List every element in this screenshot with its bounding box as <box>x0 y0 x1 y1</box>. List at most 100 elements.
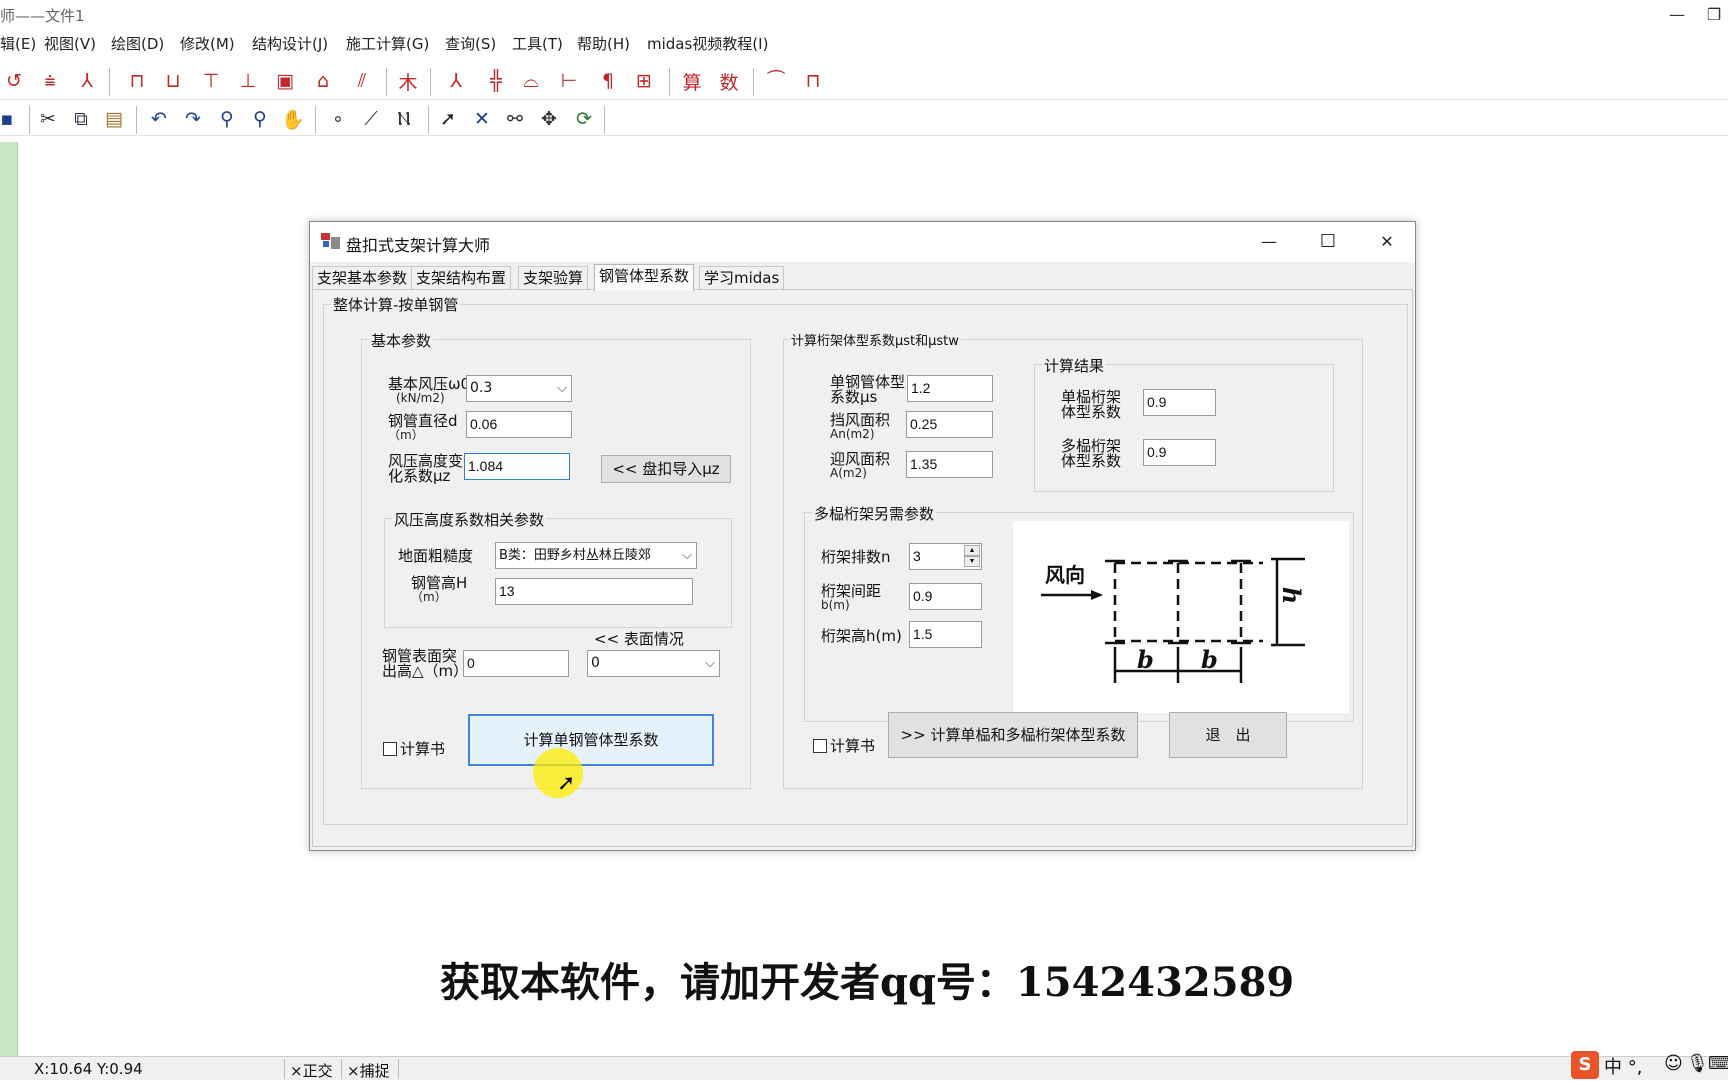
mouse-cursor-icon: ➚ <box>557 771 576 796</box>
multi-truss-label: 多榀桁架 体型系数 <box>1061 437 1122 470</box>
link-icon[interactable]: ⚯ <box>502 106 528 132</box>
pipe-height-label: 钢管高H （m） <box>411 574 468 604</box>
ime-indicator[interactable]: S 中 °, ☺ 🎙 ⌨ <box>1568 1050 1728 1080</box>
scaffold-icon[interactable]: ⊞ <box>631 68 657 94</box>
wood-icon[interactable]: 木 <box>395 68 421 94</box>
save-icon[interactable]: ▪ <box>0 106 20 132</box>
slab-icon[interactable]: ▣ <box>272 68 298 94</box>
select-icon[interactable]: ➚ <box>435 106 461 132</box>
copy-icon[interactable]: ⧉ <box>68 106 94 132</box>
arch-icon[interactable]: ⌓ <box>518 68 544 94</box>
roughness-select[interactable]: B类：田野乡村丛林丘陵郊 ⌵ <box>495 542 697 569</box>
exit-button[interactable]: 退 出 <box>1169 712 1287 758</box>
chevron-down-icon: ⌵ <box>682 543 692 568</box>
pipe-height-input[interactable]: 13 <box>495 578 693 605</box>
split-icon[interactable]: ⅄ <box>74 68 100 94</box>
pile-icon[interactable]: ╬ <box>483 68 509 94</box>
redo-icon[interactable]: ↷ <box>180 106 206 132</box>
dialog-close-button[interactable]: ✕ <box>1365 228 1409 256</box>
height-coef-input[interactable]: 1.084 <box>464 453 570 480</box>
tab-support-check[interactable]: 支架验算 <box>518 266 589 290</box>
minimize-button[interactable]: — <box>1654 0 1700 30</box>
tab-support-basic-params[interactable]: 支架基本参数 <box>312 266 413 290</box>
point-icon[interactable]: ∘ <box>325 106 351 132</box>
dialog-title: 盘扣式支架计算大师 <box>346 236 491 255</box>
beam-icon[interactable]: ⊤ <box>198 68 224 94</box>
zoom-in-icon[interactable]: ⚲ <box>247 106 273 132</box>
column-icon[interactable]: ⊥ <box>235 68 261 94</box>
truss-rows-input[interactable]: 3 ▲ ▼ <box>909 543 982 570</box>
move-cross-icon[interactable]: ✥ <box>536 106 562 132</box>
pan-icon[interactable]: ✋ <box>280 106 306 132</box>
refresh-icon[interactable]: ⟳ <box>571 106 597 132</box>
ortho-toggle[interactable]: ×正交 <box>290 1060 333 1081</box>
snap-toggle[interactable]: ×捕捉 <box>347 1060 390 1081</box>
height-related-label: 风压高度系数相关参数 <box>392 509 547 530</box>
restore-button[interactable]: ❐ <box>1700 0 1728 30</box>
facing-area-input[interactable]: 1.35 <box>906 451 993 478</box>
move-icon[interactable]: ↺ <box>1 68 27 94</box>
mic-icon: 🎙 <box>1686 1053 1709 1074</box>
menu-edit[interactable]: 辑(E) <box>0 33 36 54</box>
truss-icon[interactable]: ⊢ <box>556 68 582 94</box>
spin-up-icon: ▲ <box>964 545 980 556</box>
diameter-input[interactable]: 0.06 <box>466 411 572 438</box>
single-truss-label: 单榀桁架 体型系数 <box>1061 388 1122 421</box>
cut-icon[interactable]: ✂ <box>35 106 61 132</box>
bridge-icon[interactable]: ⏜ <box>763 68 789 94</box>
menu-modify[interactable]: 修改(M) <box>180 33 235 54</box>
zoom-out-icon[interactable]: ⚲ <box>214 106 240 132</box>
surface-input[interactable]: 0 <box>463 650 569 677</box>
truss-coef-label: 计算桁架体型系数μst和μstw <box>789 330 961 349</box>
menu-draw[interactable]: 绘图(D) <box>111 33 164 54</box>
dialog-maximize-button[interactable]: ☐ <box>1306 228 1350 256</box>
calc-icon[interactable]: 算 <box>679 68 705 94</box>
spinner-buttons[interactable]: ▲ ▼ <box>964 545 980 568</box>
menu-tools[interactable]: 工具(T) <box>512 33 563 54</box>
truss-spacing-input[interactable]: 0.9 <box>909 583 982 610</box>
surface-condition-select[interactable]: 0 ⌵ <box>587 650 720 677</box>
blocked-area-input[interactable]: 0.25 <box>906 411 993 438</box>
menu-midas-tutorial[interactable]: midas视频教程(I) <box>647 33 768 54</box>
truss-coef-group: 计算桁架体型系数μst和μstw 单钢管体型 系数μs 1.2 挡风面积 An(m… <box>783 330 1363 789</box>
align-icon[interactable]: ⩧ <box>37 68 63 94</box>
basic-params-label: 基本参数 <box>369 330 434 351</box>
undo-icon[interactable]: ↶ <box>146 106 172 132</box>
dialog-tab-strip: 支架基本参数 支架结构布置 支架验算 钢管体型系数 学习midas <box>310 264 1415 291</box>
checkbox-box <box>383 742 397 756</box>
menu-query[interactable]: 查询(S) <box>445 33 496 54</box>
calc-book-checkbox-right[interactable]: 计算书 <box>813 735 875 756</box>
single-coef-input[interactable]: 1.2 <box>907 375 993 402</box>
dialog-minimize-button[interactable] <box>1557 228 1601 256</box>
delete-icon[interactable]: ✕ <box>469 106 495 132</box>
calc-truss-button[interactable]: >> 计算单榀和多榀桁架体型系数 <box>888 712 1138 758</box>
menu-view[interactable]: 视图(V) <box>44 33 96 54</box>
polyline-icon[interactable]: Ⲛ <box>391 106 417 132</box>
tab-learn-midas[interactable]: 学习midas <box>699 266 785 290</box>
calc-book-checkbox-left[interactable]: 计算书 <box>383 738 445 759</box>
wall-icon[interactable]: ⌂ <box>310 68 336 94</box>
tab-support-layout[interactable]: 支架结构布置 <box>411 266 512 290</box>
watermark-text: 获取本软件，请加开发者qq号：1542432589 <box>440 959 1295 1006</box>
tab-pipe-shape-coef[interactable]: 钢管体型系数 <box>594 264 695 291</box>
import-uz-button[interactable]: << 盘扣导入μz <box>601 455 731 483</box>
line-icon[interactable]: ⟋ <box>358 106 384 132</box>
truss-height-input[interactable]: 1.5 <box>909 621 982 648</box>
data-icon[interactable]: 数 <box>716 68 742 94</box>
pier-icon[interactable]: ¶ <box>595 68 621 94</box>
menu-help[interactable]: 帮助(H) <box>577 33 630 54</box>
dialog-minimize-button[interactable]: — <box>1247 228 1291 256</box>
wind-pressure-select[interactable]: 0.3 ⌵ <box>466 375 572 402</box>
frame-icon[interactable]: ⊓ <box>124 68 150 94</box>
tab-panel: 整体计算-按单钢管 基本参数 基本风压ω0 (kN/m2) 0.3 ⌵ 钢管直径d… <box>312 289 1413 847</box>
b-label-1: b <box>1137 645 1154 674</box>
formwork-icon[interactable]: ⊔ <box>160 68 186 94</box>
node-icon[interactable]: ⅄ <box>443 68 469 94</box>
paste-icon[interactable]: ▤ <box>101 106 127 132</box>
stair-icon[interactable]: ⫽ <box>349 68 375 94</box>
menu-construction-calc[interactable]: 施工计算(G) <box>346 33 429 54</box>
menu-structure-design[interactable]: 结构设计(J) <box>252 33 328 54</box>
calc-single-pipe-button[interactable]: 计算单钢管体型系数 <box>468 714 714 766</box>
support-icon[interactable]: ⊓ <box>800 68 826 94</box>
surface-label: 钢管表面突 出高△（m） <box>382 647 469 680</box>
